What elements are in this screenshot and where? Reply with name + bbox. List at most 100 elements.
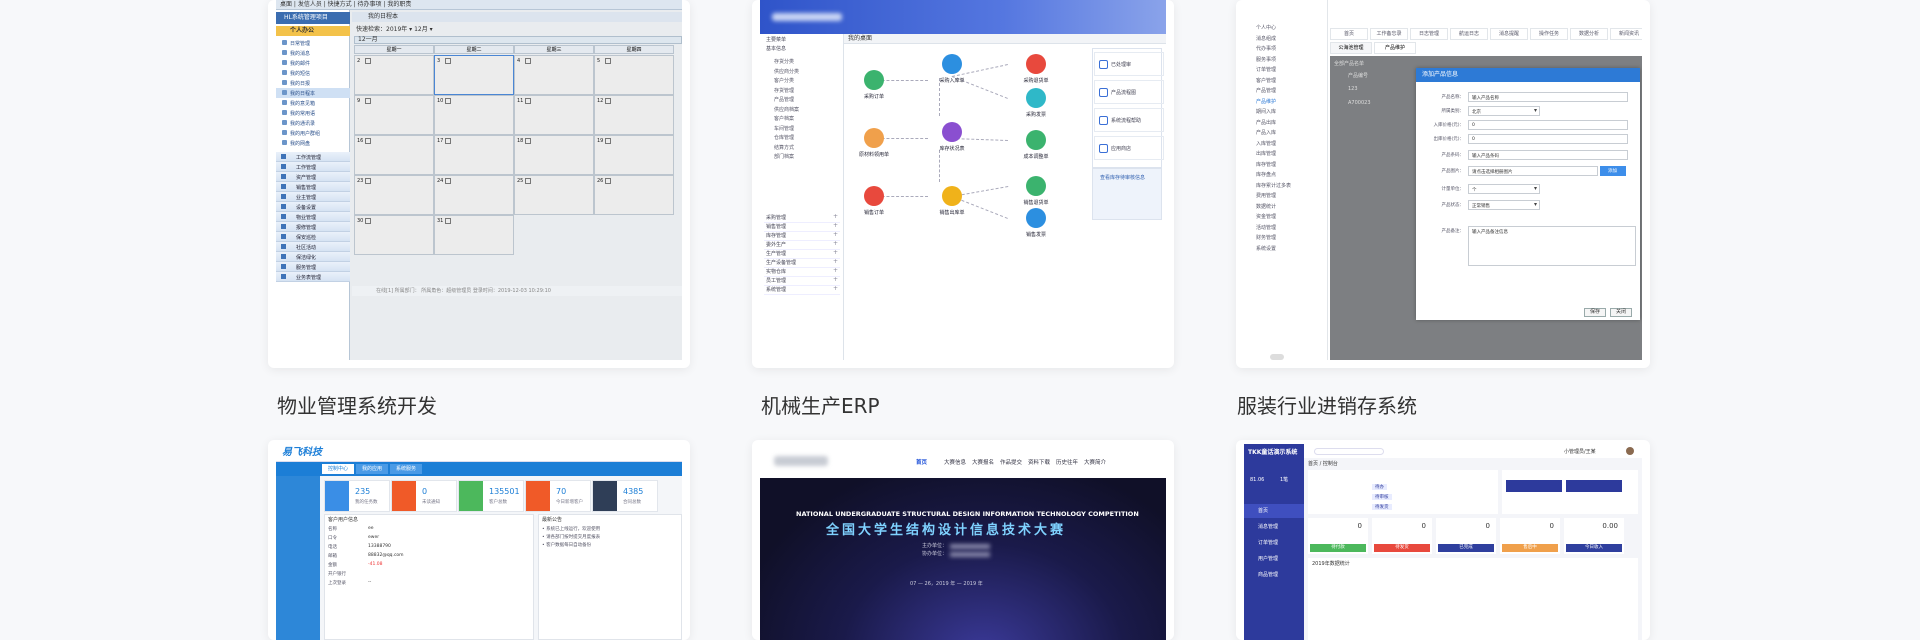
flow-node[interactable]: 销售发票 bbox=[1014, 208, 1058, 248]
menu-group[interactable]: 资产管理 bbox=[276, 172, 350, 182]
form-input[interactable]: 输入产品名称 bbox=[1468, 92, 1628, 102]
notice-item[interactable]: • 请各部门按时提交月度报表 bbox=[542, 534, 600, 540]
side-menu-item[interactable]: 资金管理 bbox=[1256, 213, 1276, 220]
flow-node[interactable]: 采购订单 bbox=[852, 70, 896, 110]
menu-item[interactable]: 我的邮件 bbox=[276, 58, 350, 68]
side-menu-item[interactable]: 入库管理 bbox=[1256, 140, 1276, 147]
flow-node[interactable]: 销售订单 bbox=[852, 186, 896, 226]
erp-tab[interactable]: 我的桌面 bbox=[848, 36, 872, 42]
menu-item[interactable]: 我的常用语 bbox=[276, 108, 350, 118]
menu-group[interactable]: 社区活动 bbox=[276, 242, 350, 252]
project-title-1[interactable]: 物业管理系统开发 bbox=[277, 390, 437, 419]
site-nav-item[interactable]: 首页 bbox=[916, 458, 927, 466]
add-event-icon[interactable] bbox=[365, 138, 371, 144]
side-menu-item[interactable]: 服务事项 bbox=[1256, 56, 1276, 63]
side-menu-item[interactable]: 产品管理 bbox=[1256, 87, 1276, 94]
project-title-3[interactable]: 服装行业进销存系统 bbox=[1237, 390, 1417, 419]
side-menu-item[interactable]: 期间入库 bbox=[1256, 108, 1276, 115]
project-card-2[interactable]: 主要菜单 基本信息 存货分类 供应商分类 客户分类 存货管理 产品管理 供应商档案 客户档案 车间… bbox=[752, 0, 1174, 368]
side-menu-item[interactable]: 产品入库 bbox=[1256, 129, 1276, 136]
top-tab[interactable]: 消息提醒 bbox=[1490, 28, 1528, 40]
form-input[interactable]: 输入产品条码 bbox=[1468, 150, 1628, 160]
erp-nav-item[interactable]: 存货管理 bbox=[774, 87, 794, 94]
site-nav-item[interactable]: 大赛报名 bbox=[972, 458, 994, 466]
project-title-2[interactable]: 机械生产ERP bbox=[761, 390, 880, 419]
menu-group[interactable]: 报修管理 bbox=[276, 222, 350, 232]
stat-tile[interactable]: 135501 客户总数 bbox=[458, 480, 524, 512]
add-event-icon[interactable] bbox=[445, 138, 451, 144]
add-event-icon[interactable] bbox=[445, 218, 451, 224]
calendar-tab[interactable]: 我的日程本 bbox=[368, 14, 398, 20]
erp-shortcut-extra[interactable]: 查看库存待审核信息 bbox=[1100, 176, 1145, 181]
menu-group[interactable]: 服务管理 bbox=[276, 262, 350, 272]
menu-group[interactable]: 设备设置 bbox=[276, 202, 350, 212]
top-tab[interactable]: 数据分析 bbox=[1570, 28, 1608, 40]
calendar-cell[interactable]: 18 bbox=[514, 135, 594, 175]
add-event-icon[interactable] bbox=[525, 138, 531, 144]
calendar-cell[interactable]: 12 bbox=[594, 95, 674, 135]
side-menu-item[interactable]: 数据统计 bbox=[1256, 203, 1276, 210]
menu-item[interactable]: 我的日程本 bbox=[276, 88, 350, 98]
top-tab[interactable]: 操作任务 bbox=[1530, 28, 1568, 40]
menu-group[interactable]: 业主管理 bbox=[276, 192, 350, 202]
menu-item[interactable]: 我的消息 bbox=[276, 48, 350, 58]
side-menu-item[interactable]: 客户管理 bbox=[1256, 77, 1276, 84]
add-event-icon[interactable] bbox=[525, 178, 531, 184]
menu-item[interactable]: 我的意见箱 bbox=[276, 98, 350, 108]
crm-tab[interactable]: 系统服务 bbox=[390, 464, 422, 474]
calendar-cell[interactable]: 23 bbox=[354, 175, 434, 215]
menu-item[interactable]: 我的日报 bbox=[276, 78, 350, 88]
add-event-icon[interactable] bbox=[445, 178, 451, 184]
erp-nav-item[interactable]: 存货分类 bbox=[774, 58, 794, 65]
calendar-cell[interactable]: 2 bbox=[354, 55, 434, 95]
add-event-icon[interactable] bbox=[365, 178, 371, 184]
admin-search[interactable] bbox=[1314, 448, 1384, 455]
admin-tile[interactable]: 0 待付款 bbox=[1308, 518, 1368, 554]
project-card-5[interactable]: 首页 大赛信息 大赛报名 作品提交 资料下载 历史往年 大赛简介 NATIONAL UNDE… bbox=[752, 440, 1174, 640]
form-input[interactable]: 0 bbox=[1468, 134, 1628, 144]
erp-nav-item[interactable]: 产品管理 bbox=[774, 96, 794, 103]
menu-item[interactable]: 我的短信 bbox=[276, 68, 350, 78]
admin-tile[interactable]: 0 已完成 bbox=[1436, 518, 1496, 554]
calendar-cell[interactable]: 31 bbox=[434, 215, 514, 255]
add-event-icon[interactable] bbox=[605, 178, 611, 184]
top-tab[interactable]: 工作备忘录 bbox=[1370, 28, 1408, 40]
menu-group[interactable]: 工作流管理 bbox=[276, 152, 350, 162]
list-row[interactable]: 123 bbox=[1348, 86, 1358, 92]
admin-side-item[interactable]: 订单管理 bbox=[1244, 536, 1304, 550]
shortcut-item[interactable]: 应用商店 bbox=[1094, 136, 1164, 160]
add-image-button[interactable]: 添加 bbox=[1600, 166, 1626, 176]
calendar-cell[interactable]: 17 bbox=[434, 135, 514, 175]
calendar-cell[interactable]: 24 bbox=[434, 175, 514, 215]
project-card-4[interactable]: 易飞科技 控制中心 我的应用 系统服务 235 我的任务数 0 未读通知 135501 客户总… bbox=[268, 440, 690, 640]
menu-group[interactable]: 工作管理 bbox=[276, 162, 350, 172]
menu-item[interactable]: 我的用户群组 bbox=[276, 128, 350, 138]
form-input[interactable]: 个 ▾ bbox=[1468, 184, 1540, 194]
crm-tab[interactable]: 控制中心 bbox=[322, 464, 354, 474]
side-menu-item[interactable]: 库存管理 bbox=[1256, 161, 1276, 168]
calendar-cell[interactable]: 30 bbox=[354, 215, 434, 255]
admin-tile[interactable]: 0.00 今日收入 bbox=[1564, 518, 1624, 554]
side-menu-item[interactable]: 费用管理 bbox=[1256, 192, 1276, 199]
side-menu-item[interactable]: 库存盘点 bbox=[1256, 171, 1276, 178]
admin-side-item[interactable]: 消息管理 bbox=[1244, 520, 1304, 534]
notice-item[interactable]: • 客户数据每日自动备份 bbox=[542, 542, 591, 548]
calendar-cell[interactable]: 4 bbox=[514, 55, 594, 95]
flow-node[interactable]: 采购入库单 bbox=[930, 54, 974, 94]
add-event-icon[interactable] bbox=[525, 98, 531, 104]
admin-side-item[interactable]: 首页 bbox=[1244, 504, 1304, 518]
sub-tab[interactable]: 公海池管理 bbox=[1330, 42, 1372, 54]
flow-node[interactable]: 库存状况表 bbox=[930, 122, 974, 162]
calendar-cell[interactable]: 19 bbox=[594, 135, 674, 175]
menu-item[interactable]: 我的通讯录 bbox=[276, 118, 350, 128]
side-menu-item[interactable]: 代办事项 bbox=[1256, 45, 1276, 52]
project-card-3[interactable]: 个人中心 消息组成 代办事项 服务事项 订单管理 客户管理 产品管理 产品维护 期间入库 产品出库… bbox=[1236, 0, 1650, 368]
erp-nav-header[interactable]: 主要菜单 bbox=[766, 36, 786, 43]
flow-node[interactable]: 销售出库单 bbox=[930, 186, 974, 226]
erp-nav-item[interactable]: 部门档案 bbox=[774, 153, 794, 160]
crm-tab[interactable]: 我的应用 bbox=[356, 464, 388, 474]
admin-tile[interactable]: 0 待发货 bbox=[1372, 518, 1432, 554]
calendar-cell[interactable]: 10 bbox=[434, 95, 514, 135]
side-menu-item[interactable]: 出库管理 bbox=[1256, 150, 1276, 157]
stat-tile[interactable]: 4385 合同总数 bbox=[592, 480, 658, 512]
